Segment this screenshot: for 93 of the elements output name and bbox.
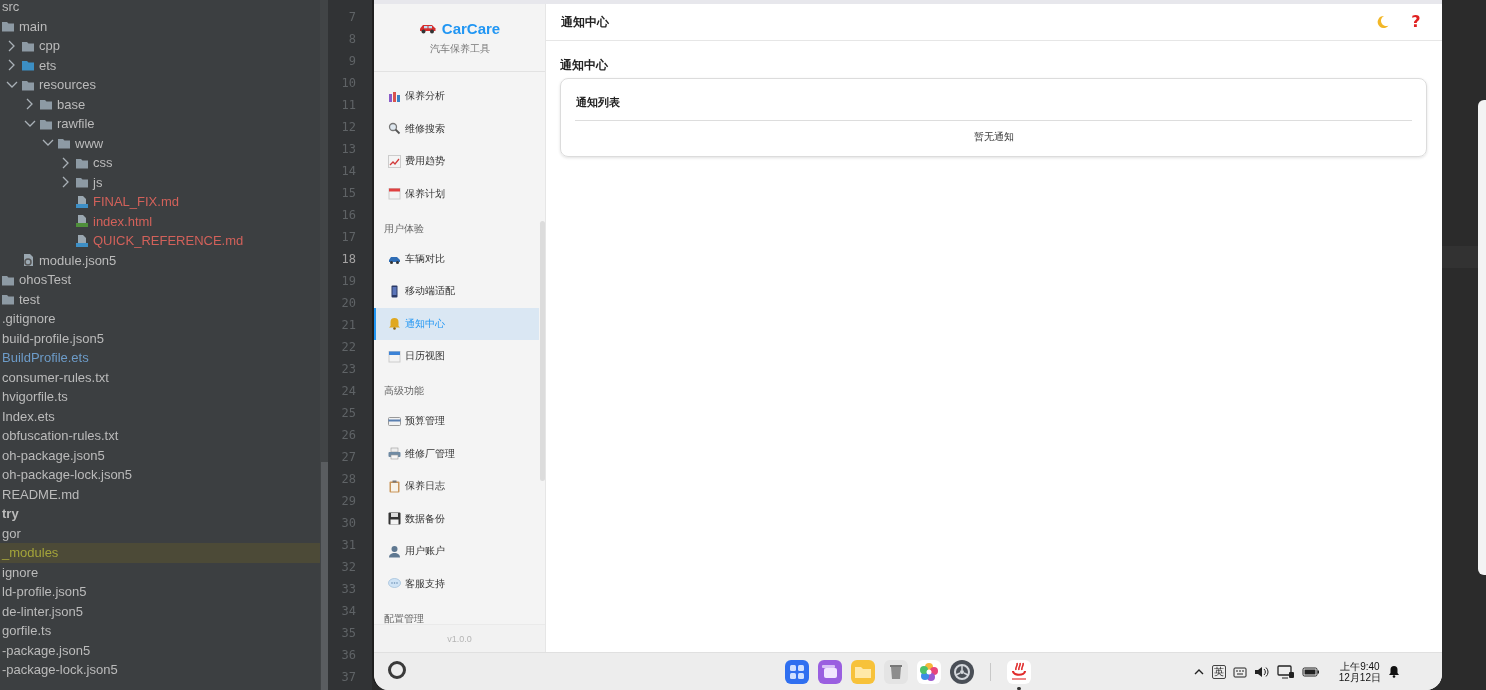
tree-item[interactable]: obfuscation-rules.txt (0, 426, 320, 446)
tree-item[interactable]: .gitignore (0, 309, 320, 329)
calendar-icon (388, 187, 401, 201)
help-button[interactable]: ? (1408, 13, 1424, 31)
nav-item[interactable]: 保养计划 (374, 177, 539, 210)
tree-item[interactable]: -package.json5 (0, 640, 320, 660)
nav-item[interactable]: 保养分析 (374, 80, 539, 113)
folder-icon (1, 292, 15, 307)
keyboard-icon[interactable] (1232, 665, 1247, 678)
clock-date: 12月12日 (1338, 671, 1381, 683)
tree-item[interactable]: build-profile.json5 (0, 328, 320, 348)
tree-item[interactable]: css (0, 153, 320, 173)
nav-item[interactable]: 预算管理 (374, 405, 539, 438)
page-title: 通知中心 (560, 57, 609, 74)
tree-item[interactable]: test (0, 289, 320, 309)
tree-item[interactable]: ohosTest (0, 270, 320, 290)
tree-item[interactable]: BuildProfile.ets (0, 348, 320, 368)
tree-item[interactable]: hvigorfile.ts (0, 387, 320, 407)
speech-bubble-icon (388, 577, 401, 591)
person-icon (388, 544, 401, 558)
tree-item[interactable]: de-linter.json5 (0, 601, 320, 621)
tree-item[interactable]: gor (0, 523, 320, 543)
nav-item[interactable]: 用户账户 (374, 535, 539, 568)
scrollbar[interactable] (321, 462, 328, 690)
tree-item[interactable]: cpp (0, 36, 320, 56)
empty-message: 暂无通知 (972, 130, 1015, 144)
display-icon[interactable] (1276, 664, 1295, 679)
calendar-icon (388, 349, 401, 363)
car-icon (418, 22, 437, 34)
trend-chart-icon (388, 154, 401, 168)
section-heading: 用户体验 (384, 221, 424, 236)
volume-icon[interactable] (1253, 665, 1270, 678)
card-title: 通知列表 (575, 79, 1412, 121)
tree-item[interactable]: ignore (0, 562, 320, 582)
tree-item[interactable]: ld-profile.json5 (0, 582, 320, 602)
folder-icon (21, 58, 35, 73)
tree-item[interactable]: base (0, 94, 320, 114)
tree-item[interactable]: oh-package-lock.json5 (0, 465, 320, 485)
card-icon (388, 414, 401, 428)
circle-button-icon[interactable] (387, 659, 407, 680)
tree-item[interactable]: main (0, 16, 320, 36)
bell-icon[interactable] (1388, 665, 1400, 678)
input-method-indicator[interactable]: 英 (1211, 664, 1226, 679)
nav-item[interactable]: 车辆对比 (374, 242, 539, 275)
line-number: 18 (340, 251, 357, 268)
nav-item[interactable]: 维修厂管理 (374, 437, 539, 470)
clock-time: 上午9:40 (1340, 660, 1380, 672)
nav-item[interactable]: 费用趋势 (374, 145, 539, 178)
tree-item[interactable]: src (0, 0, 320, 17)
markdown-file-icon (75, 233, 89, 248)
tree-item[interactable]: module.json5 (0, 250, 320, 270)
tree-item[interactable]: ets (0, 55, 320, 75)
tree-item[interactable]: _modules (0, 543, 320, 563)
folder-icon (1, 19, 15, 34)
nav-item[interactable]: 移动端适配 (374, 275, 539, 308)
nav-item[interactable]: 维修搜索 (374, 112, 539, 145)
tree-item[interactable]: index.html (0, 211, 320, 231)
tree-item[interactable]: FINAL_FIX.md (0, 192, 320, 212)
tree-item[interactable]: js (0, 172, 320, 192)
tree-item[interactable]: consumer-rules.txt (0, 367, 320, 387)
search-icon (388, 122, 401, 136)
section-heading: 高级功能 (384, 384, 424, 398)
nav-item[interactable]: 保养日志 (374, 470, 539, 503)
html-file-icon (75, 214, 89, 229)
folder-icon (39, 97, 53, 112)
tree-item[interactable]: oh-package.json5 (0, 445, 320, 465)
settings-file-icon (21, 253, 35, 268)
folder-icon (57, 136, 71, 151)
clipboard-icon (388, 479, 401, 493)
tree-item[interactable]: www (0, 133, 320, 153)
section-heading: 配置管理 (384, 611, 424, 624)
tree-item[interactable]: Index.ets (0, 406, 320, 426)
nav-item[interactable]: 客服支持 (374, 567, 539, 600)
nav-item[interactable]: 数据备份 (374, 502, 539, 535)
tree-item[interactable]: resources (0, 75, 320, 95)
version-label: v1.0.0 (447, 633, 472, 644)
dock-item[interactable] (1006, 659, 1032, 690)
nav-item[interactable]: 日历视图 (374, 340, 539, 373)
tree-item[interactable]: README.md (0, 484, 320, 504)
chart-icon (388, 89, 401, 103)
app-name: CarCare (441, 19, 501, 37)
scrollbar[interactable] (540, 221, 545, 481)
printer-icon (388, 447, 401, 461)
header-title: 通知中心 (561, 13, 610, 31)
tree-item[interactable]: try (0, 504, 320, 524)
bell-icon (388, 317, 401, 331)
battery-icon[interactable] (1301, 666, 1320, 677)
folder-icon (75, 175, 89, 190)
app-subtitle: 汽车保养工具 (429, 41, 490, 56)
markdown-file-icon (75, 194, 89, 209)
tree-item[interactable]: gorfile.ts (0, 621, 320, 641)
tree-item[interactable]: rawfile (0, 114, 320, 134)
tree-item[interactable]: -package-lock.json5 (0, 660, 320, 680)
